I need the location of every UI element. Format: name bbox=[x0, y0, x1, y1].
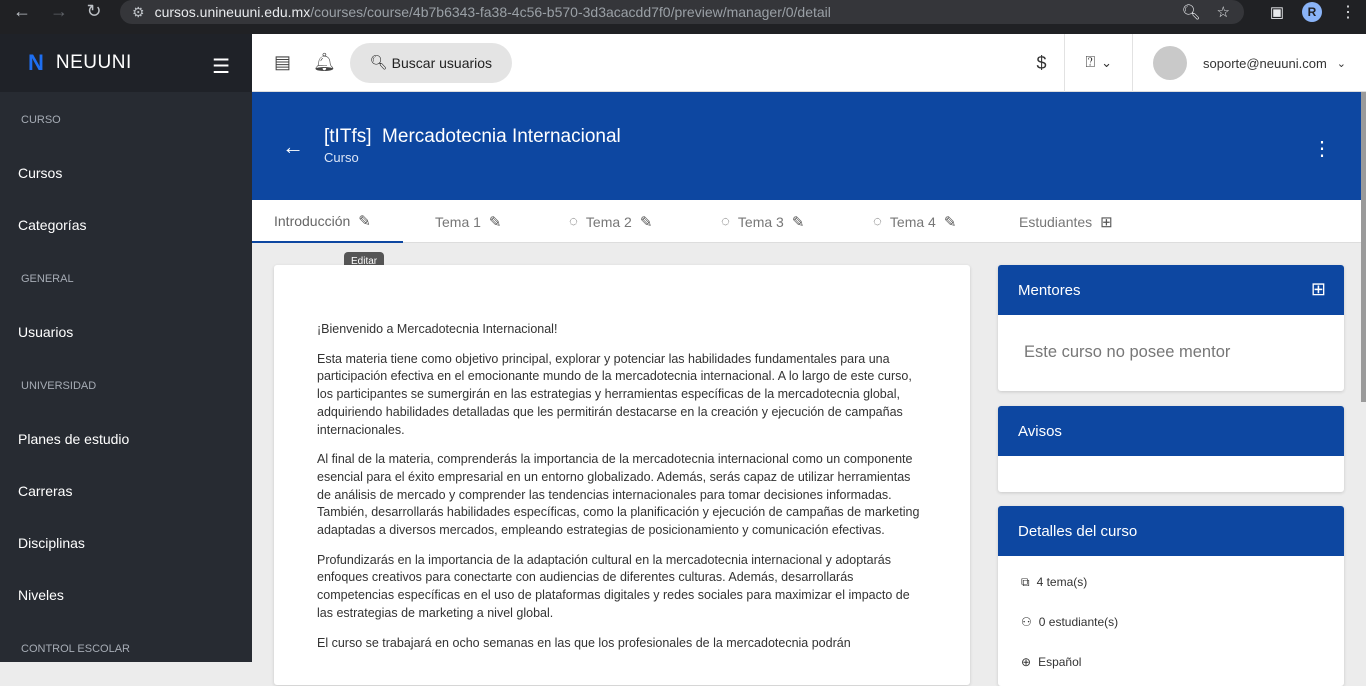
sidebar-section-control-escolar: CONTROL ESCOLAR bbox=[21, 642, 131, 655]
edit-pencil-icon[interactable]: ✎ bbox=[358, 212, 371, 230]
description-paragraph: Profundizarás en la importancia de la ad… bbox=[317, 552, 910, 620]
help-dropdown[interactable]: ⍰ ⌄ bbox=[1064, 34, 1132, 92]
detail-topics: ⧉ 4 tema(s) bbox=[998, 562, 1344, 602]
sidebar-item-cursos[interactable]: Cursos bbox=[0, 147, 252, 199]
sidebar: N NEUUNI ☰ CURSO Cursos Categorías GENER… bbox=[0, 34, 252, 662]
browser-toolbar: ← → ↻ ⚙ cursos.unineuuni.edu.mx/courses/… bbox=[0, 0, 1366, 34]
tab-tema-2[interactable]: ◌ Tema 2 ✎ bbox=[547, 200, 699, 243]
side-panel-icon[interactable]: ▣ bbox=[1270, 3, 1284, 21]
detail-students: ⚇ 0 estudiante(s) bbox=[998, 602, 1344, 642]
user-menu[interactable]: soporte@neuuni.com ⌄ bbox=[1132, 34, 1366, 92]
billing-button[interactable]: $ bbox=[1018, 34, 1064, 92]
welcome-paragraph: ¡Bienvenido a Mercadotecnia Internaciona… bbox=[317, 322, 558, 336]
tab-label: Tema 3 bbox=[737, 213, 784, 230]
user-email: soporte@neuuni.com bbox=[1203, 55, 1327, 71]
mentors-empty-text: Este curso no posee mentor bbox=[1024, 343, 1231, 361]
address-bar[interactable]: ⚙ cursos.unineuuni.edu.mx/courses/course… bbox=[120, 0, 1244, 24]
page-subtitle: Curso bbox=[324, 150, 359, 165]
profile-avatar[interactable]: R bbox=[1302, 2, 1322, 22]
description-paragraph: El curso se trabajará en ocho semanas en… bbox=[317, 635, 851, 650]
add-mentor-icon[interactable]: ⊞ bbox=[1311, 279, 1326, 300]
hamburger-menu-icon[interactable]: ☰ bbox=[212, 54, 230, 79]
notifications-bell-icon[interactable]: 🔔︎ bbox=[313, 52, 336, 73]
detail-topics-value: 4 tema(s) bbox=[1036, 575, 1088, 589]
tab-tema-4[interactable]: ◌ Tema 4 ✎ bbox=[851, 200, 999, 243]
search-users-label: Buscar usuarios bbox=[391, 54, 493, 71]
bookmark-star-icon[interactable]: ☆ bbox=[1217, 3, 1230, 21]
tab-label: Estudiantes bbox=[1019, 213, 1093, 230]
app-topbar: ▤ 🔔︎ 🔍︎ Buscar usuarios $ ⍰ ⌄ soporte@ne… bbox=[252, 34, 1366, 92]
description-paragraph: Al final de la materia, comprenderás la … bbox=[317, 452, 920, 538]
user-chevron-icon: ⌄ bbox=[1336, 57, 1346, 70]
sidebar-item-disciplinas[interactable]: Disciplinas bbox=[0, 517, 252, 569]
course-details-panel: Detalles del curso ⧉ 4 tema(s) ⚇ 0 estud… bbox=[998, 506, 1344, 686]
site-info-icon[interactable]: ⚙ bbox=[132, 4, 145, 21]
page-scrollbar[interactable] bbox=[1361, 92, 1366, 402]
edit-pencil-icon[interactable]: ✎ bbox=[792, 213, 805, 231]
edit-pencil-icon[interactable]: ✎ bbox=[489, 213, 502, 231]
search-users-button[interactable]: 🔍︎ Buscar usuarios bbox=[349, 42, 513, 83]
page-title: [tITfs] Mercadotecnia Internacional bbox=[324, 126, 621, 147]
eye-slash-icon[interactable]: ◌ bbox=[873, 213, 882, 230]
tab-tema-1[interactable]: Tema 1 ✎ bbox=[403, 200, 547, 243]
tab-estudiantes[interactable]: Estudiantes ⊞ bbox=[999, 200, 1135, 243]
notices-panel: Avisos bbox=[998, 406, 1344, 492]
url-host: cursos.unineuuni.edu.mx bbox=[154, 4, 311, 20]
messages-icon[interactable]: ▤ bbox=[274, 52, 291, 73]
sidebar-item-planes[interactable]: Planes de estudio bbox=[0, 413, 252, 465]
eye-slash-icon[interactable]: ◌ bbox=[569, 213, 578, 230]
course-description-card: ¡Bienvenido a Mercadotecnia Internaciona… bbox=[274, 265, 970, 685]
eye-slash-icon[interactable]: ◌ bbox=[721, 213, 730, 230]
dollar-circle-icon: $ bbox=[1036, 52, 1047, 73]
brand[interactable]: N NEUUNI ☰ bbox=[0, 34, 252, 92]
sidebar-item-carreras[interactable]: Carreras bbox=[0, 465, 252, 517]
browser-menu-icon[interactable]: ⋮ bbox=[1340, 2, 1356, 22]
course-tabs: Introducción ✎ Tema 1 ✎ ◌ Tema 2 ✎ ◌ Tem… bbox=[252, 200, 1366, 243]
sidebar-item-categorias[interactable]: Categorías bbox=[0, 199, 252, 251]
url-path: /courses/course/4b7b6343-fa38-4c56-b570-… bbox=[310, 4, 831, 20]
sidebar-section-general: GENERAL bbox=[21, 272, 74, 285]
detail-language: ⊕ Español bbox=[998, 642, 1344, 682]
search-icon: 🔍︎ bbox=[369, 54, 388, 70]
tab-label: Tema 2 bbox=[585, 213, 632, 230]
forward-nav-icon[interactable]: → bbox=[46, 1, 72, 22]
sidebar-item-niveles[interactable]: Niveles bbox=[0, 569, 252, 621]
tab-introduccion[interactable]: Introducción ✎ bbox=[252, 200, 403, 243]
avatar bbox=[1153, 46, 1187, 80]
neuuni-logo-icon: N bbox=[28, 50, 44, 75]
zoom-icon[interactable]: 🔍︎ bbox=[1182, 3, 1201, 21]
mentors-panel: Mentores ⊞ Este curso no posee mentor bbox=[998, 265, 1344, 391]
back-nav-icon[interactable]: ← bbox=[9, 1, 35, 22]
help-icon: ⍰ bbox=[1085, 54, 1096, 71]
globe-icon: ⊕ bbox=[1021, 655, 1032, 669]
sidebar-section-universidad: UNIVERSIDAD bbox=[21, 379, 97, 392]
tab-tema-3[interactable]: ◌ Tema 3 ✎ bbox=[699, 200, 851, 243]
notices-title: Avisos bbox=[1018, 422, 1062, 440]
more-options-icon[interactable]: ⋮ bbox=[1312, 136, 1332, 161]
back-arrow-icon[interactable]: ← bbox=[282, 134, 304, 160]
details-title: Detalles del curso bbox=[1018, 522, 1138, 540]
detail-language-value: Español bbox=[1038, 655, 1082, 669]
tab-label: Introducción bbox=[274, 212, 351, 229]
edit-pencil-icon[interactable]: ✎ bbox=[944, 213, 957, 231]
sidebar-section-curso: CURSO bbox=[21, 113, 61, 126]
add-square-icon[interactable]: ⊞ bbox=[1100, 213, 1113, 231]
course-header: ← [tITfs] Mercadotecnia Internacional Cu… bbox=[252, 92, 1366, 200]
description-paragraph: Esta materia tiene como objetivo princip… bbox=[317, 351, 912, 437]
detail-students-value: 0 estudiante(s) bbox=[1038, 615, 1119, 629]
topics-icon: ⧉ bbox=[1021, 574, 1030, 589]
edit-pencil-icon[interactable]: ✎ bbox=[640, 213, 653, 231]
tab-label: Tema 4 bbox=[889, 213, 936, 230]
sidebar-item-usuarios[interactable]: Usuarios bbox=[0, 306, 252, 358]
brand-name: NEUUNI bbox=[55, 52, 132, 73]
reload-icon[interactable]: ↻ bbox=[81, 1, 107, 22]
person-icon: ⚇ bbox=[1021, 615, 1032, 629]
chevron-down-icon: ⌄ bbox=[1101, 55, 1112, 70]
tab-label: Tema 1 bbox=[435, 213, 481, 230]
mentors-title: Mentores bbox=[1018, 281, 1081, 299]
